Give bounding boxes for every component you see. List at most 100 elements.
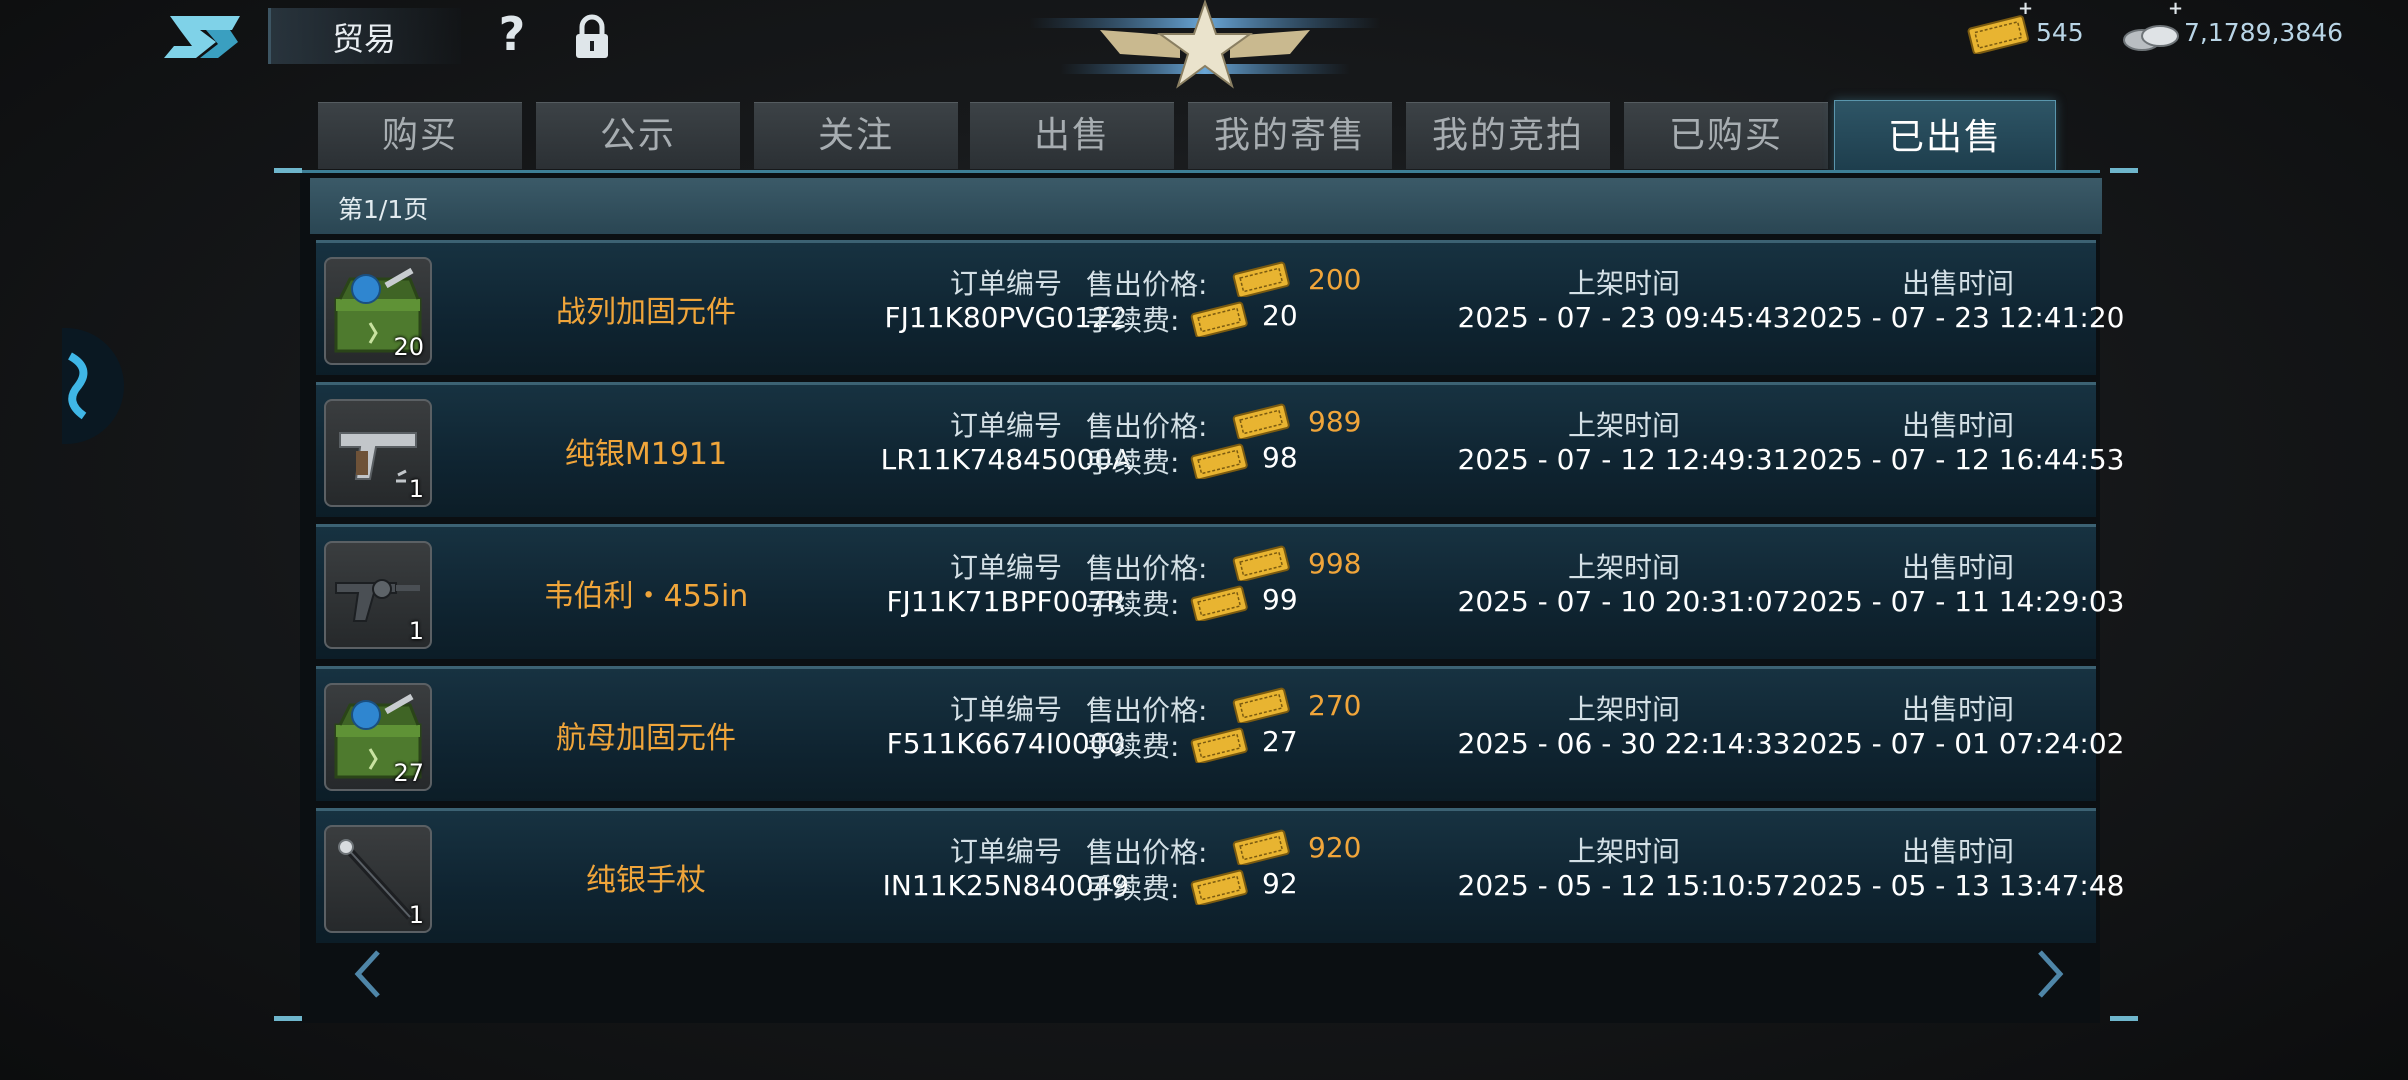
silver-add-button[interactable]: + — [2168, 0, 2183, 19]
sold-item-row[interactable]: 27 航母加固元件 订单编号 F511K6674I0000 售出价格: 270 … — [316, 666, 2124, 801]
price-info: 售出价格: 998 手续费: 99 — [1086, 545, 1446, 623]
listed-time-info: 上架时间 2025 - 07 - 10 20:31:07 — [1454, 551, 1794, 619]
sale-price-label: 售出价格: — [1086, 836, 1208, 869]
sale-price: 200 — [1308, 263, 1362, 296]
sold-time: 2025 - 07 - 11 14:29:03 — [1791, 585, 2125, 618]
price-info: 售出价格: 270 手续费: 27 — [1086, 687, 1446, 765]
listed-time-info: 上架时间 2025 - 07 - 12 12:49:31 — [1454, 409, 1794, 477]
tab-my-auction[interactable]: 我的竞拍 — [1406, 102, 1610, 169]
tab-watchlist[interactable]: 关注 — [754, 102, 958, 169]
listed-time-info: 上架时间 2025 - 06 - 30 22:14:33 — [1454, 693, 1794, 761]
sold-item-row[interactable]: 1 纯银M1911 订单编号 LR11K74845000A 售出价格: 989 … — [316, 382, 2124, 517]
gold-ticket-icon — [1190, 301, 1248, 339]
fee-amount: 27 — [1262, 725, 1298, 758]
panel-corner — [274, 1016, 302, 1021]
gold-ticket-icon — [1232, 687, 1290, 725]
rank-emblem-icon — [1030, 0, 1380, 92]
price-info: 售出价格: 920 手续费: 92 — [1086, 829, 1446, 907]
sale-price-label: 售出价格: — [1086, 694, 1208, 727]
tab-purchased[interactable]: 已购买 — [1624, 102, 1828, 169]
help-icon[interactable]: ? — [490, 6, 534, 62]
tab-sell[interactable]: 出售 — [970, 102, 1174, 169]
listed-time: 2025 - 07 - 10 20:31:07 — [1457, 585, 1791, 618]
listed-time: 2025 - 07 - 23 09:45:43 — [1457, 301, 1791, 334]
fee-amount: 92 — [1262, 867, 1298, 900]
tab-buy[interactable]: 购买 — [318, 102, 522, 169]
sale-price-label: 售出价格: — [1086, 410, 1208, 443]
gold-ticket-icon — [1232, 829, 1290, 867]
pistol-icon[interactable]: 1 — [324, 399, 432, 507]
item-quantity: 1 — [408, 901, 424, 929]
page-title: 贸易 — [332, 20, 397, 58]
toolbox-icon[interactable]: 27 — [324, 683, 432, 791]
fee-label: 手续费: — [1086, 446, 1180, 479]
item-quantity: 20 — [393, 333, 424, 361]
gold-add-button[interactable]: + — [2018, 0, 2033, 19]
sold-time-label: 出售时间 — [1901, 693, 2014, 726]
sold-time-label: 出售时间 — [1901, 551, 2014, 584]
sold-time: 2025 - 05 - 13 13:47:48 — [1791, 869, 2125, 902]
sold-time-label: 出售时间 — [1901, 409, 2014, 442]
sold-item-row[interactable]: 1 纯银手杖 订单编号 IN11K25N840049 售出价格: 920 手续费… — [316, 808, 2124, 943]
gold-ticket-icon — [1966, 14, 2030, 55]
sold-time-label: 出售时间 — [1901, 267, 2014, 300]
listed-time-info: 上架时间 2025 - 05 - 12 15:10:57 — [1454, 835, 1794, 903]
fee-label: 手续费: — [1086, 730, 1180, 763]
sold-item-row[interactable]: 20 战列加固元件 订单编号 FJ11K80PVG0122 售出价格: 200 … — [316, 240, 2124, 375]
side-badge-icon[interactable] — [62, 328, 124, 444]
listed-time: 2025 - 07 - 12 12:49:31 — [1457, 443, 1791, 476]
panel-corner — [2110, 168, 2138, 173]
page-header — [310, 178, 2102, 234]
gold-ticket-icon — [1190, 727, 1248, 765]
sold-time-info: 出售时间 2025 - 07 - 01 07:24:02 — [1788, 693, 2128, 761]
listed-time-label: 上架时间 — [1567, 835, 1680, 868]
item-quantity: 1 — [408, 617, 424, 645]
sold-time-info: 出售时间 2025 - 05 - 13 13:47:48 — [1788, 835, 2128, 903]
fee-label: 手续费: — [1086, 872, 1180, 905]
tab-my-consign[interactable]: 我的寄售 — [1188, 102, 1392, 169]
gold-ticket-icon — [1232, 261, 1290, 299]
fee-amount: 98 — [1262, 441, 1298, 474]
game-logo-icon[interactable] — [160, 8, 246, 64]
fee-amount: 99 — [1262, 583, 1298, 616]
listed-time-label: 上架时间 — [1567, 409, 1680, 442]
revolver-icon[interactable]: 1 — [324, 541, 432, 649]
gold-ticket-icon — [1190, 443, 1248, 481]
sold-item-row[interactable]: 1 韦伯利・455in 订单编号 FJ11K71BPF007R 售出价格: 99… — [316, 524, 2124, 659]
sale-price-label: 售出价格: — [1086, 552, 1208, 585]
listed-time-label: 上架时间 — [1567, 551, 1680, 584]
fee-label: 手续费: — [1086, 304, 1180, 337]
gold-balance: 545 — [2036, 18, 2084, 47]
item-quantity: 27 — [393, 759, 424, 787]
sale-price: 989 — [1308, 405, 1362, 438]
listed-time: 2025 - 06 - 30 22:14:33 — [1457, 727, 1791, 760]
sold-time-info: 出售时间 2025 - 07 - 12 16:44:53 — [1788, 409, 2128, 477]
gold-ticket-icon — [1232, 403, 1290, 441]
silver-coins-icon — [2120, 14, 2184, 54]
tab-sold[interactable]: 已出售 — [1834, 100, 2056, 174]
gold-ticket-icon — [1190, 585, 1248, 623]
prev-page-icon[interactable] — [348, 946, 388, 1002]
sale-price: 998 — [1308, 547, 1362, 580]
sale-price-label: 售出价格: — [1086, 268, 1208, 301]
tab-announce[interactable]: 公示 — [536, 102, 740, 169]
listed-time-label: 上架时间 — [1567, 693, 1680, 726]
listed-time-label: 上架时间 — [1567, 267, 1680, 300]
gold-ticket-icon — [1232, 545, 1290, 583]
cane-icon[interactable]: 1 — [324, 825, 432, 933]
silver-balance: 7,1789,3846 — [2184, 18, 2344, 47]
panel-corner — [2110, 1016, 2138, 1021]
item-quantity: 1 — [408, 475, 424, 503]
tab-bar: 购买 公示 关注 出售 我的寄售 我的竞拍 已购买 已出售 — [318, 100, 2056, 174]
toolbox-icon[interactable]: 20 — [324, 257, 432, 365]
sold-time: 2025 - 07 - 12 16:44:53 — [1791, 443, 2125, 476]
fee-label: 手续费: — [1086, 588, 1180, 621]
gold-ticket-icon — [1190, 869, 1248, 907]
sold-time-info: 出售时间 2025 - 07 - 23 12:41:20 — [1788, 267, 2128, 335]
fee-amount: 20 — [1262, 299, 1298, 332]
next-page-icon[interactable] — [2030, 946, 2070, 1002]
sold-time: 2025 - 07 - 01 07:24:02 — [1791, 727, 2125, 760]
listed-time: 2025 - 05 - 12 15:10:57 — [1457, 869, 1791, 902]
lock-icon[interactable] — [572, 14, 612, 60]
listed-time-info: 上架时间 2025 - 07 - 23 09:45:43 — [1454, 267, 1794, 335]
